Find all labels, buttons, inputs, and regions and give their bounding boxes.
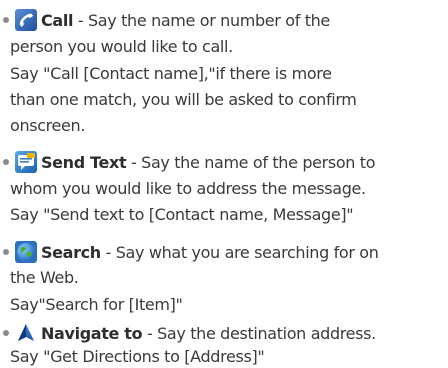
item-text-line: Say "Get Directions to [Address]": [10, 347, 265, 366]
item-text-line: person you would like to call.: [10, 37, 233, 56]
navigation-arrow-icon: [15, 322, 37, 344]
item-text-line: onscreen.: [10, 116, 86, 135]
globe-icon: [15, 241, 37, 263]
phone-handset-icon: [15, 9, 37, 31]
item-title: Call: [41, 11, 74, 30]
item-text-line: the Web.: [10, 268, 79, 287]
item-description: - Say the destination address.: [142, 324, 376, 343]
item-description: - Say what you are searching for on: [100, 243, 379, 262]
item-title: Send Text: [41, 153, 127, 172]
item-first-line: Navigate to - Say the destination addres…: [0, 322, 376, 345]
item-text-line: Say"Search for [Item]": [10, 295, 183, 314]
item-text-line: than one match, you will be asked to con…: [10, 90, 357, 109]
message-icon: [15, 151, 37, 173]
item-description: - Say the name or number of the: [73, 11, 330, 30]
item-text-line: Say "Call [Contact name],"if there is mo…: [10, 64, 332, 83]
item-text-line: whom you would like to address the messa…: [10, 179, 366, 198]
item-first-line: Call - Say the name or number of the: [0, 9, 330, 32]
item-title: Search: [41, 243, 101, 262]
item-description: - Say the name of the person to: [126, 153, 376, 172]
item-title: Navigate to: [41, 324, 143, 343]
item-text-line: Say "Send text to [Contact name, Message…: [10, 205, 354, 224]
item-first-line: Send Text - Say the name of the person t…: [0, 151, 376, 174]
item-first-line: Search - Say what you are searching for …: [0, 241, 379, 264]
